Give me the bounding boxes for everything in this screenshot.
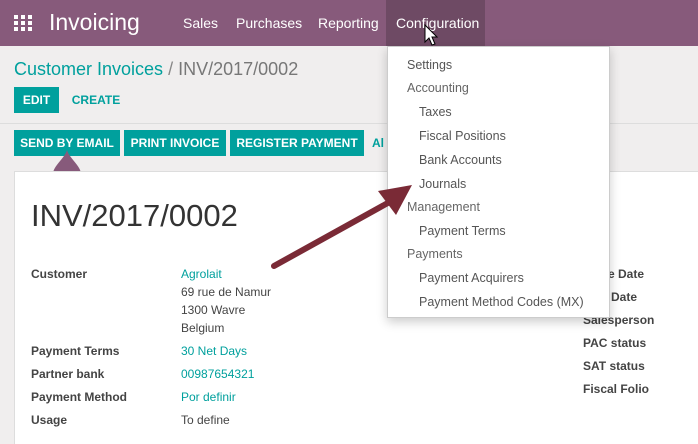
menu-reporting[interactable]: Reporting [318, 15, 379, 31]
create-button[interactable]: CREATE [65, 87, 127, 113]
payment-method-label: Payment Method [31, 390, 128, 404]
customer-label: Customer [31, 267, 88, 281]
menu-header-management: Management [407, 200, 480, 214]
due-date-label: Date [611, 290, 638, 304]
configuration-dropdown-menu: Settings Accounting Taxes Fiscal Positio… [387, 46, 610, 318]
menu-item-fiscal-positions[interactable]: Fiscal Positions [419, 129, 506, 143]
menu-item-bank-accounts[interactable]: Bank Accounts [419, 153, 502, 167]
breadcrumb-customer-invoices[interactable]: Customer Invoices [14, 59, 163, 79]
menu-item-settings[interactable]: Settings [407, 58, 452, 72]
payment-terms-label: Payment Terms [31, 344, 120, 358]
edit-button[interactable]: EDIT [14, 87, 59, 113]
truncated-action-button[interactable]: Al [372, 130, 384, 156]
menu-sales[interactable]: Sales [183, 15, 218, 31]
breadcrumb-separator: / [168, 59, 174, 79]
menu-purchases[interactable]: Purchases [236, 15, 302, 31]
app-title: Invoicing [49, 9, 140, 35]
invoice-number-title: INV/2017/0002 [31, 198, 238, 233]
apps-grid-icon[interactable] [14, 15, 32, 31]
menu-configuration[interactable]: Configuration [396, 15, 479, 31]
customer-address-line-2: 1300 Wavre [181, 303, 246, 317]
top-navbar: Invoicing Sales Purchases Reporting Conf… [0, 0, 698, 46]
sat-status-label: SAT status [583, 359, 645, 373]
menu-item-payment-terms[interactable]: Payment Terms [419, 224, 506, 238]
breadcrumb-current: INV/2017/0002 [178, 59, 299, 79]
usage-value: To define [181, 413, 230, 427]
print-invoice-button[interactable]: PRINT INVOICE [124, 130, 226, 156]
register-payment-button[interactable]: REGISTER PAYMENT [230, 130, 364, 156]
payment-terms-link[interactable]: 30 Net Days [181, 344, 247, 358]
customer-link[interactable]: Agrolait [181, 267, 222, 281]
menu-item-payment-method-codes[interactable]: Payment Method Codes (MX) [419, 295, 584, 309]
menu-item-payment-acquirers[interactable]: Payment Acquirers [419, 271, 524, 285]
customer-address-line-1: 69 rue de Namur [181, 285, 272, 299]
customer-address-line-3: Belgium [181, 321, 225, 335]
menu-item-journals[interactable]: Journals [419, 177, 466, 191]
partner-bank-label: Partner bank [31, 367, 105, 381]
usage-label: Usage [31, 413, 68, 427]
partner-bank-link[interactable]: 00987654321 [181, 367, 254, 381]
breadcrumb: Customer Invoices / INV/2017/0002 [14, 59, 298, 80]
pac-status-label: PAC status [583, 336, 647, 350]
payment-method-link[interactable]: Por definir [181, 390, 236, 404]
menu-header-accounting: Accounting [407, 81, 469, 95]
menu-header-payments: Payments [407, 247, 463, 261]
menu-item-taxes[interactable]: Taxes [419, 105, 452, 119]
fiscal-folio-label: Fiscal Folio [583, 382, 650, 396]
